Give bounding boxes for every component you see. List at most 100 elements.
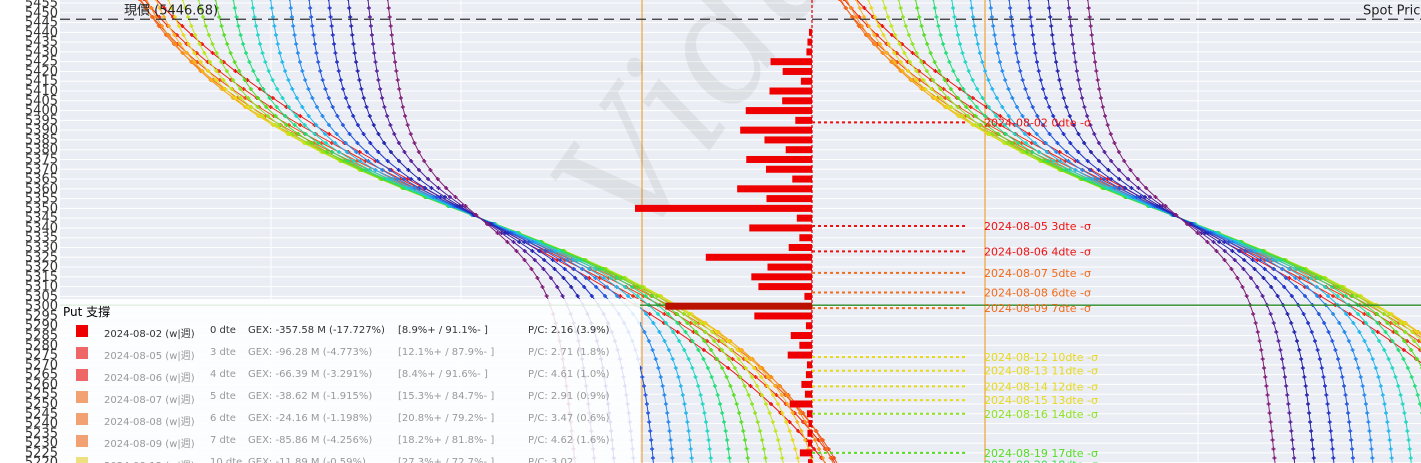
- legend-gex: GEX: -66.39 M (-3.291%): [248, 369, 373, 380]
- legend-gex: GEX: -96.28 M (-4.773%): [248, 347, 373, 358]
- legend-swatch: [76, 325, 88, 337]
- gex-bar: [804, 292, 812, 300]
- sigma-level-label: 2024-08-07 5dte -σ: [984, 267, 1091, 280]
- gex-bar: [769, 87, 812, 95]
- gex-bar: [767, 263, 812, 271]
- legend-dte: 5 dte: [210, 391, 236, 402]
- legend-swatch: [76, 347, 88, 359]
- sigma-level-label: 2024-08-09 7dte -σ: [984, 302, 1091, 315]
- gex-bar: [740, 126, 812, 134]
- legend-date: 2024-08-06 (w|週): [104, 373, 195, 384]
- legend-gex: GEX: -85.86 M (-4.256%): [248, 435, 373, 446]
- legend-pc: P/C: 4.62 (1.6%): [528, 435, 610, 446]
- gex-bar: [788, 244, 812, 251]
- legend-pc: P/C: 3.47 (0.6%): [528, 413, 610, 424]
- gex-bar: [808, 420, 812, 428]
- gex-bar: [751, 273, 812, 281]
- gex-bar: [799, 449, 812, 457]
- legend-date: 2024-08-12 (w|週): [104, 457, 195, 463]
- legend-row: 2024-08-05 (w|週) 3 dte GEX: -96.28 M (-4.7…: [60, 343, 640, 363]
- legend-gex: GEX: -38.62 M (-1.915%): [248, 391, 373, 402]
- gex-bar: [785, 146, 812, 154]
- legend-swatch: [76, 413, 88, 425]
- gex-bar: [792, 175, 812, 183]
- gex-bar: [635, 204, 812, 212]
- legend-pc: P/C: 3.02: [528, 457, 574, 463]
- gex-bar: [749, 224, 812, 232]
- sigma-level-label: 2024-08-06 4dte -σ: [984, 245, 1091, 258]
- legend-gex: GEX: -357.58 M (-17.727%): [248, 325, 385, 336]
- legend-split: [18.2%+ / 81.8%- ]: [398, 435, 495, 446]
- legend-split: [15.3%+ / 84.7%- ]: [398, 391, 495, 402]
- sigma-level-label: 2024-08-14 12dte -σ: [984, 380, 1098, 393]
- legend-swatch: [76, 435, 88, 447]
- legend-pc: P/C: 2.16 (3.9%): [528, 325, 610, 336]
- legend-pc: P/C: 2.71 (1.8%): [528, 347, 610, 358]
- sigma-level-label: 2024-08-12 10dte -σ: [984, 351, 1098, 364]
- spot-price-label-right: Spot Pric: [1363, 3, 1420, 18]
- gex-chart-stage: { "chart_data": { "type": "line", "y_tic…: [0, 0, 1421, 463]
- gex-bar: [770, 58, 812, 66]
- gex-bar: [665, 302, 812, 310]
- sigma-level-label: 2024-08-05 3dte -σ: [984, 220, 1091, 233]
- legend-row: 2024-08-08 (w|週) 6 dte GEX: -24.16 M (-1.1…: [60, 409, 640, 429]
- sigma-level-label: 2024-08-08 6dte -σ: [984, 286, 1091, 299]
- legend-date: 2024-08-09 (w|週): [104, 439, 195, 450]
- legend-dte: 4 dte: [210, 369, 236, 380]
- legend-panel: Put 支撐 2024-08-02 (w|週) 0 dte GEX: -357.58…: [60, 299, 640, 463]
- legend-gex: GEX: -24.16 M (-1.198%): [248, 413, 373, 424]
- legend-date: 2024-08-07 (w|週): [104, 395, 195, 406]
- gex-bar: [799, 234, 812, 242]
- gex-bar: [705, 253, 812, 261]
- legend-dte: 3 dte: [210, 347, 236, 358]
- gex-bar: [806, 361, 812, 369]
- gex-bar: [805, 322, 812, 330]
- legend-split: [27.3%+ / 72.7%- ]: [398, 457, 495, 463]
- gex-bar: [807, 459, 812, 463]
- gex-bar: [806, 410, 812, 418]
- gex-bar: [764, 136, 812, 144]
- legend-dte: 7 dte: [210, 435, 236, 446]
- gex-bar: [758, 283, 812, 291]
- gex-bar: [807, 38, 812, 46]
- gex-bar: [782, 97, 812, 105]
- legend-dte: 6 dte: [210, 413, 236, 424]
- gex-bar: [745, 107, 812, 115]
- gex-bar: [782, 67, 812, 75]
- legend-row: 2024-08-12 (w|週) 10 dte GEX: -11.89 M (-0.…: [60, 453, 640, 463]
- gex-bar: [765, 165, 812, 173]
- legend-title: Put 支撐: [63, 305, 111, 319]
- legend-date: 2024-08-08 (w|週): [104, 417, 195, 428]
- legend-swatch: [76, 391, 88, 403]
- gex-bar: [806, 48, 812, 56]
- y-tick-label: 5220: [25, 456, 58, 463]
- gex-bar: [766, 195, 812, 203]
- gex-bar: [805, 371, 812, 379]
- gex-bar: [789, 400, 812, 408]
- gex-bar: [790, 332, 812, 340]
- gex-bar: [796, 214, 812, 222]
- sigma-level-label: 2024-08-20 18dte -σ: [984, 459, 1098, 463]
- gex-bar: [787, 351, 812, 359]
- gex-bar: [799, 341, 812, 349]
- legend-dte: 10 dte: [210, 457, 243, 463]
- legend-row: 2024-08-09 (w|週) 7 dte GEX: -85.86 M (-4.2…: [60, 431, 640, 451]
- legend-split: [20.8%+ / 79.2%- ]: [398, 413, 495, 424]
- gex-bar: [804, 390, 812, 398]
- legend-split: [12.1%+ / 87.9%- ]: [398, 347, 495, 358]
- gex-bar: [800, 77, 812, 85]
- sigma-level-label: 2024-08-13 11dte -σ: [984, 365, 1098, 378]
- sigma-level-label: 2024-08-15 13dte -σ: [984, 394, 1098, 407]
- legend-gex: GEX: -11.89 M (-0.59%): [248, 457, 366, 463]
- legend-row: 2024-08-06 (w|週) 4 dte GEX: -66.39 M (-3.2…: [60, 365, 640, 385]
- legend-row: 2024-08-02 (w|週) 0 dte GEX: -357.58 M (-17…: [60, 321, 640, 341]
- legend-date: 2024-08-02 (w|週): [104, 329, 195, 340]
- legend-row: 2024-08-07 (w|週) 5 dte GEX: -38.62 M (-1.9…: [60, 387, 640, 407]
- legend-pc: P/C: 2.91 (0.9%): [528, 391, 610, 402]
- spot-price-label: 現價 (5446.68): [124, 3, 218, 18]
- sigma-level-label: 2024-08-02 0dte -σ: [984, 116, 1091, 129]
- gex-bar: [746, 155, 812, 163]
- legend-date: 2024-08-05 (w|週): [104, 351, 195, 362]
- gex-bar: [807, 429, 812, 437]
- gex-bar: [808, 28, 812, 36]
